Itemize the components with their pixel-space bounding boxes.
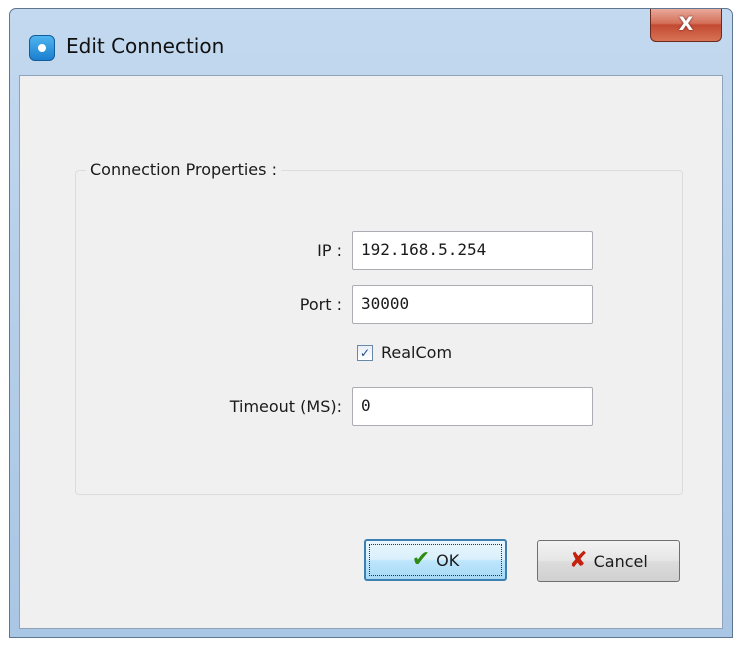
dialog-body: Connection Properties : IP : 192.168.5.2… xyxy=(19,75,723,629)
window-title: Edit Connection xyxy=(66,34,225,58)
x-icon: ✘ xyxy=(569,548,588,573)
cancel-button[interactable]: ✘ Cancel xyxy=(537,540,680,582)
edit-connection-window: Edit Connection X Connection Properties … xyxy=(9,8,733,638)
port-field[interactable]: 30000 xyxy=(352,285,593,324)
focus-ring xyxy=(369,544,502,576)
ip-label: IP : xyxy=(317,241,342,260)
cancel-label: Cancel xyxy=(593,551,648,571)
ip-field[interactable]: 192.168.5.254 xyxy=(352,231,593,270)
ok-button[interactable]: ✔ OK xyxy=(364,539,507,581)
realcom-checkbox[interactable]: ✓ xyxy=(357,345,373,361)
timeout-field[interactable]: 0 xyxy=(352,387,593,426)
app-icon xyxy=(29,35,55,61)
title-bar[interactable]: Edit Connection X xyxy=(10,9,732,75)
close-button[interactable]: X xyxy=(650,9,722,42)
group-title: Connection Properties : xyxy=(86,160,281,179)
timeout-label: Timeout (MS): xyxy=(229,397,342,416)
realcom-label[interactable]: RealCom xyxy=(381,343,452,362)
connection-properties-group: Connection Properties : IP : 192.168.5.2… xyxy=(75,160,683,495)
port-label: Port : xyxy=(299,295,342,314)
